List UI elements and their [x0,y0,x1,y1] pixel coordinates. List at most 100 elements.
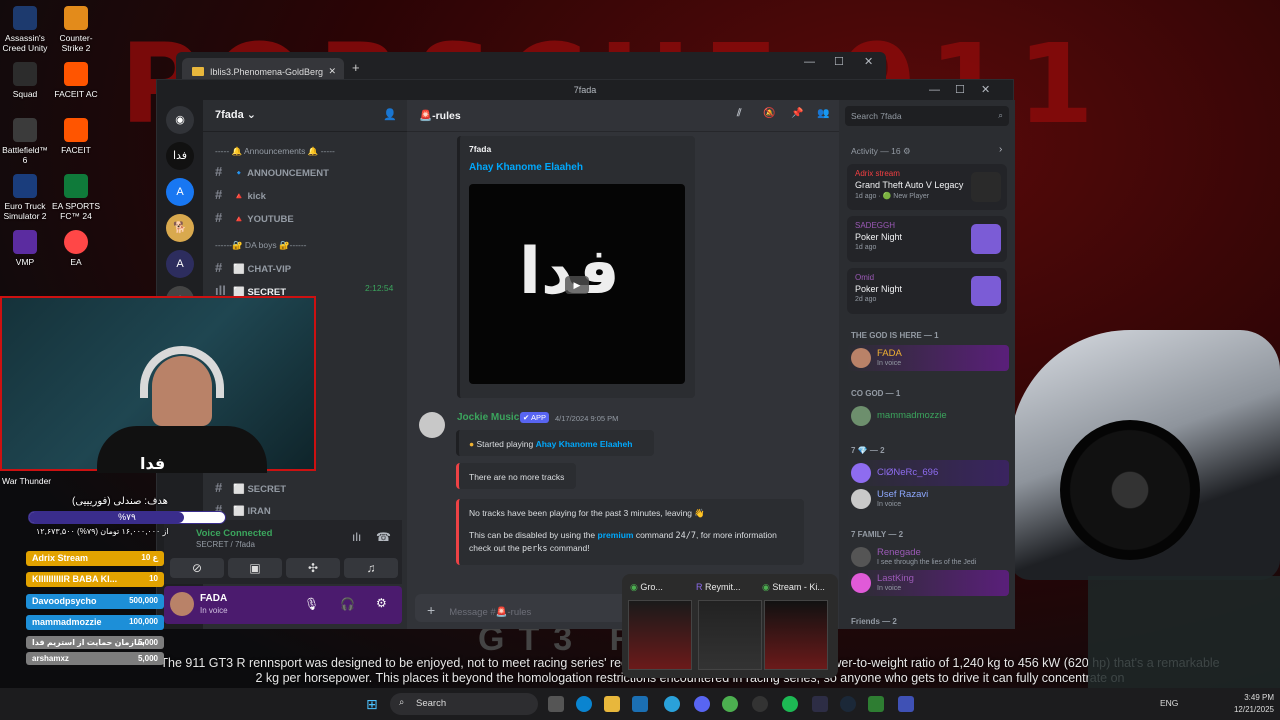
member-item[interactable]: mammadmozzie [847,403,1009,429]
member-item[interactable]: Usef Razavi In voice [847,486,1009,512]
close-button[interactable]: ✕ [981,80,990,100]
app-icon[interactable] [868,696,884,712]
taskbar-search[interactable]: ⌕ Search [390,693,538,715]
clock-date[interactable]: 12/21/2025 [1216,705,1274,714]
track-link[interactable]: Ahay Khanome Elaaheh [536,439,633,449]
microphone-icon[interactable]: 🎙 [304,597,319,611]
search-input[interactable]: Search 7fada ⌕ [845,106,1009,126]
taskbar: ⊞ ⌕ Search ENG 3:49 PM 12/21/2025 [0,688,1280,720]
member-item[interactable]: ClØNeRc_696 [847,460,1009,486]
file-explorer-icon[interactable] [604,696,620,712]
camera-off-button[interactable]: ⊘ [170,558,224,578]
member-item[interactable]: LastKing In voice [847,570,1009,596]
avatar[interactable] [419,412,445,438]
pin-icon[interactable]: 📌 [791,108,803,119]
faceit-icon [64,118,88,142]
new-tab-button[interactable]: + [352,60,360,75]
soundboard-button[interactable]: ♫ [344,558,398,578]
discord-icon[interactable] [694,696,710,712]
video-thumbnail[interactable]: فدا ▶ [469,184,685,384]
window-thumbnail[interactable] [628,600,692,670]
store-icon[interactable] [632,696,648,712]
activities-button[interactable]: ✣ [286,558,340,578]
minimize-button[interactable]: — [929,80,940,100]
disconnect-icon[interactable]: ☎ [376,530,391,544]
desktop-icon-euro-truck[interactable]: Euro Truck Simulator 2 [0,174,50,221]
avatar[interactable] [170,592,194,616]
maximize-button[interactable]: ☐ [834,52,844,72]
server-icon-7fada[interactable]: فدا [166,142,194,170]
server-header[interactable]: 7fada ⌄ 👤 [203,100,407,132]
desktop-icon-faceit-ac[interactable]: FACEIT AC [50,62,102,99]
chevron-right-icon[interactable]: › [999,144,1002,155]
language-indicator[interactable]: ENG [1160,698,1178,708]
category-da-boys[interactable]: ------🔐 DA boys 🔐------ [215,240,307,251]
edge-icon[interactable] [576,696,592,712]
preview-title[interactable]: ◉ Stream - Ki... [762,582,825,593]
window-thumbnail[interactable] [698,600,762,670]
telegram-icon[interactable] [664,696,680,712]
activity-card[interactable]: SADEGGH Poker Night 1d ago [847,216,1007,262]
channel-kick[interactable]: # 🔺 kick [215,187,266,202]
minimize-button[interactable]: — [804,52,815,72]
search-icon: ⌕ [998,110,1003,120]
maximize-button[interactable]: ☐ [955,80,965,100]
window-thumbnail[interactable] [764,600,828,670]
message-author[interactable]: Jockie Music [457,412,519,423]
desktop-icon-vmp[interactable]: VMP [0,230,50,267]
username: FADA [200,593,228,604]
voice-channel-name[interactable]: SECRET / 7fada [196,540,255,549]
steam-icon[interactable] [840,696,856,712]
channel-announcement[interactable]: # 🔹 ANNOUNCEMENT [215,164,329,179]
app-icon[interactable] [752,696,768,712]
channel-secret[interactable]: # ⬜ SECRET [215,480,286,495]
threads-icon[interactable]: ⫽ [737,108,741,119]
desktop-icon-battlefield[interactable]: Battlefield™ 6 [0,118,50,165]
play-icon[interactable]: ▶ [565,276,589,294]
member-item[interactable]: Renegade I see through the lies of the Je… [847,544,1009,570]
channel-chat-vip[interactable]: # ⬜ CHAT-VIP [215,260,291,275]
category-announcements[interactable]: ----- 🔔 Announcements 🔔 ----- [215,146,335,157]
discord-home-icon[interactable]: ◉ [166,106,194,134]
gear-icon[interactable]: ⚙ [376,596,387,610]
close-button[interactable]: ✕ [864,52,873,72]
no-more-tracks-box: There are no more tracks [456,463,576,489]
preview-title[interactable]: ◉ Gro... [630,582,663,593]
visual-studio-icon[interactable] [812,696,828,712]
server-icon-doge[interactable]: 🐕 [166,214,194,242]
server-icon-blue[interactable]: A [166,178,194,206]
spotify-icon[interactable] [782,696,798,712]
server-icon-aimbox[interactable]: A [166,250,194,278]
windows-start-icon[interactable]: ⊞ [366,696,382,712]
chrome-icon[interactable] [722,696,738,712]
clock-time[interactable]: 3:49 PM [1226,693,1274,702]
channel-youtube[interactable]: # 🔺 YOUTUBE [215,210,294,225]
add-attachment-icon[interactable]: + [427,602,435,618]
obs-icon[interactable] [898,696,914,712]
desktop-icon-assassins-creed[interactable]: Assassin's Creed Unity [0,6,50,53]
task-view-icon[interactable] [548,696,564,712]
desktop-icon-counter-strike[interactable]: Counter-Strike 2 [50,6,102,53]
desktop-icon-faceit[interactable]: FACEIT [50,118,102,155]
invite-icon[interactable]: 👤 [383,108,397,121]
premium-link[interactable]: premium [598,530,634,540]
preview-title[interactable]: R Reymit... [696,582,741,592]
activity-card[interactable]: Adrix stream Grand Theft Auto V Legacy 1… [847,164,1007,210]
activity-header: Activity — 16 ⚙ [851,146,911,156]
headphones-icon[interactable]: 🎧 [340,597,355,611]
mute-icon[interactable]: 🔕 [763,108,775,119]
desktop-icon-squad[interactable]: Squad [0,62,50,99]
embed-title-link[interactable]: Ahay Khanome Elaaheh [469,162,583,173]
member-item[interactable]: FADA In voice [847,345,1009,371]
poker-cards-icon [971,224,1001,254]
screen-share-button[interactable]: ▣ [228,558,282,578]
activity-card[interactable]: Omid Poker Night 2d ago [847,268,1007,314]
folder-icon [192,67,204,76]
noise-suppression-icon[interactable]: ılı [352,530,361,544]
leaderboard-row: Adrix Stream 10 ع [26,551,164,566]
window-titlebar: 7fada [157,80,1013,100]
member-list-icon[interactable]: 👥 [817,108,829,119]
desktop-icon-ea-fc[interactable]: EA SPORTS FC™ 24 [50,174,102,221]
desktop-icon-ea[interactable]: EA [50,230,102,267]
close-tab-icon[interactable]: ✕ [328,66,336,77]
